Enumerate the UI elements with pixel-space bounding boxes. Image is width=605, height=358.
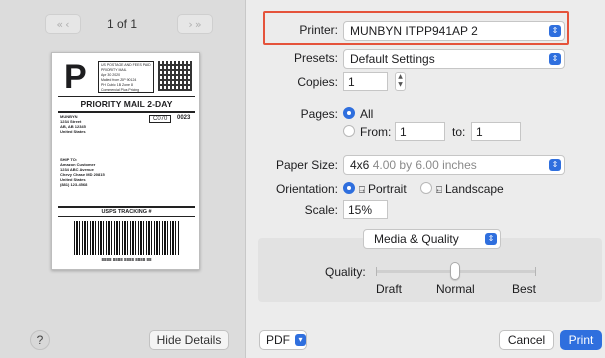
paper-size-label: Paper Size: — [275, 158, 338, 172]
scale-label: Scale: — [304, 203, 338, 217]
presets-value: Default Settings — [350, 52, 435, 66]
hide-details-button[interactable]: Hide Details — [149, 330, 229, 350]
quality-label: Quality: — [325, 265, 366, 279]
priority-letter: P — [64, 58, 87, 96]
presets-label: Presets: — [293, 51, 338, 65]
preview-pane: « ‹ 1 of 1 › » P US POSTAGE AND FEES PAI… — [0, 0, 246, 358]
print-button[interactable]: Print — [560, 330, 602, 350]
chevron-updown-icon: ⇕ — [549, 53, 561, 65]
label-header: P US POSTAGE AND FEES PAID PRIORITY MAIL… — [58, 59, 195, 97]
copies-input[interactable]: 1 — [343, 72, 388, 91]
pages-all-radio[interactable] — [343, 107, 355, 119]
quality-best-label: Best — [512, 282, 537, 296]
quality-slider-thumb[interactable] — [450, 262, 460, 280]
postage-line: Commercial Plus Pricing — [101, 88, 140, 92]
to-line: (881) 123-4568 — [60, 182, 88, 187]
prev-page-icon[interactable]: ‹ — [65, 18, 69, 31]
pdf-label: PDF — [266, 333, 290, 347]
portrait-option: ⍈ Portrait — [359, 182, 407, 196]
next-page-icon[interactable]: › — [188, 18, 192, 31]
landscape-label: Landscape — [445, 182, 504, 196]
from-address: MUNBYN 1234 Street AB, AB 12345 United S… — [60, 114, 86, 134]
pages-all-label: All — [360, 107, 374, 121]
chevron-down-icon: ▾ — [295, 334, 306, 346]
presets-select[interactable]: Default Settings ⇕ — [343, 49, 565, 69]
copies-stepper[interactable]: ▲ ▼ — [395, 72, 406, 91]
paper-size-select[interactable]: 4x6 4.00 by 6.00 inches ⇕ — [343, 155, 565, 175]
from-line: United States — [60, 129, 86, 134]
printer-label: Printer: — [299, 23, 338, 37]
page-indicator: 1 of 1 — [106, 17, 138, 31]
barcode-icon — [74, 221, 179, 255]
service-title: PRIORITY MAIL 2-DAY — [58, 99, 195, 113]
pages-range-radio[interactable] — [343, 125, 355, 137]
quality-draft-label: Draft — [376, 282, 403, 296]
section-select[interactable]: Media & Quality ⇕ — [363, 229, 501, 249]
route-code: C070 — [149, 115, 172, 123]
postage-box: US POSTAGE AND FEES PAID PRIORITY MAIL A… — [98, 61, 154, 93]
print-dialog: « ‹ 1 of 1 › » P US POSTAGE AND FEES PAI… — [0, 0, 605, 358]
landscape-radio[interactable] — [420, 182, 432, 194]
pages-to-input[interactable]: 1 — [471, 122, 521, 141]
next-last-page-buttons[interactable]: › » — [177, 14, 213, 34]
printer-value: MUNBYN ITPP941AP 2 — [350, 24, 478, 38]
pdf-menu-button[interactable]: PDF ▾ — [259, 330, 307, 350]
landscape-option: ⍇ Landscape — [436, 182, 504, 196]
portrait-label: Portrait — [368, 182, 407, 196]
quality-tick — [376, 267, 377, 276]
pages-from-input[interactable]: 1 — [395, 122, 445, 141]
to-address: SHIP TO: Amazon Customer 1234 ABC Avenue… — [60, 157, 105, 187]
first-prev-page-buttons[interactable]: « ‹ — [45, 14, 81, 34]
paper-size-name: 4x6 — [350, 158, 370, 172]
chevron-updown-icon: ⇕ — [549, 159, 561, 171]
landscape-icon: ⍇ — [436, 185, 442, 196]
first-page-icon[interactable]: « — [56, 18, 63, 31]
orientation-label: Orientation: — [275, 182, 338, 196]
tracking-title: USPS TRACKING # — [58, 206, 195, 217]
copies-label: Copies: — [297, 75, 338, 89]
portrait-icon: ⍈ — [359, 185, 365, 196]
printer-select[interactable]: MUNBYN ITPP941AP 2 ⇕ — [343, 21, 565, 41]
pages-label: Pages: — [300, 107, 338, 121]
pages-to-label: to: — [452, 125, 466, 139]
pages-from-label: From: — [360, 125, 392, 139]
section-value: Media & Quality — [374, 232, 459, 246]
quality-tick — [535, 267, 536, 276]
chevron-updown-icon: ⇕ — [485, 233, 497, 245]
tracking-number: 8888 8888 8888 8888 88 — [101, 257, 152, 262]
help-button[interactable]: ? — [30, 330, 50, 350]
portrait-radio[interactable] — [343, 182, 355, 194]
last-page-icon[interactable]: » — [195, 18, 202, 31]
quality-normal-label: Normal — [436, 282, 475, 296]
scale-input[interactable]: 15% — [343, 200, 388, 219]
cancel-button[interactable]: Cancel — [499, 330, 554, 350]
qr-code-icon — [158, 61, 192, 91]
label-preview: P US POSTAGE AND FEES PAID PRIORITY MAIL… — [51, 52, 200, 270]
chevron-updown-icon: ⇕ — [549, 25, 561, 37]
route-number: 0023 — [177, 115, 191, 121]
paper-size-dims: 4.00 by 6.00 inches — [372, 158, 477, 172]
